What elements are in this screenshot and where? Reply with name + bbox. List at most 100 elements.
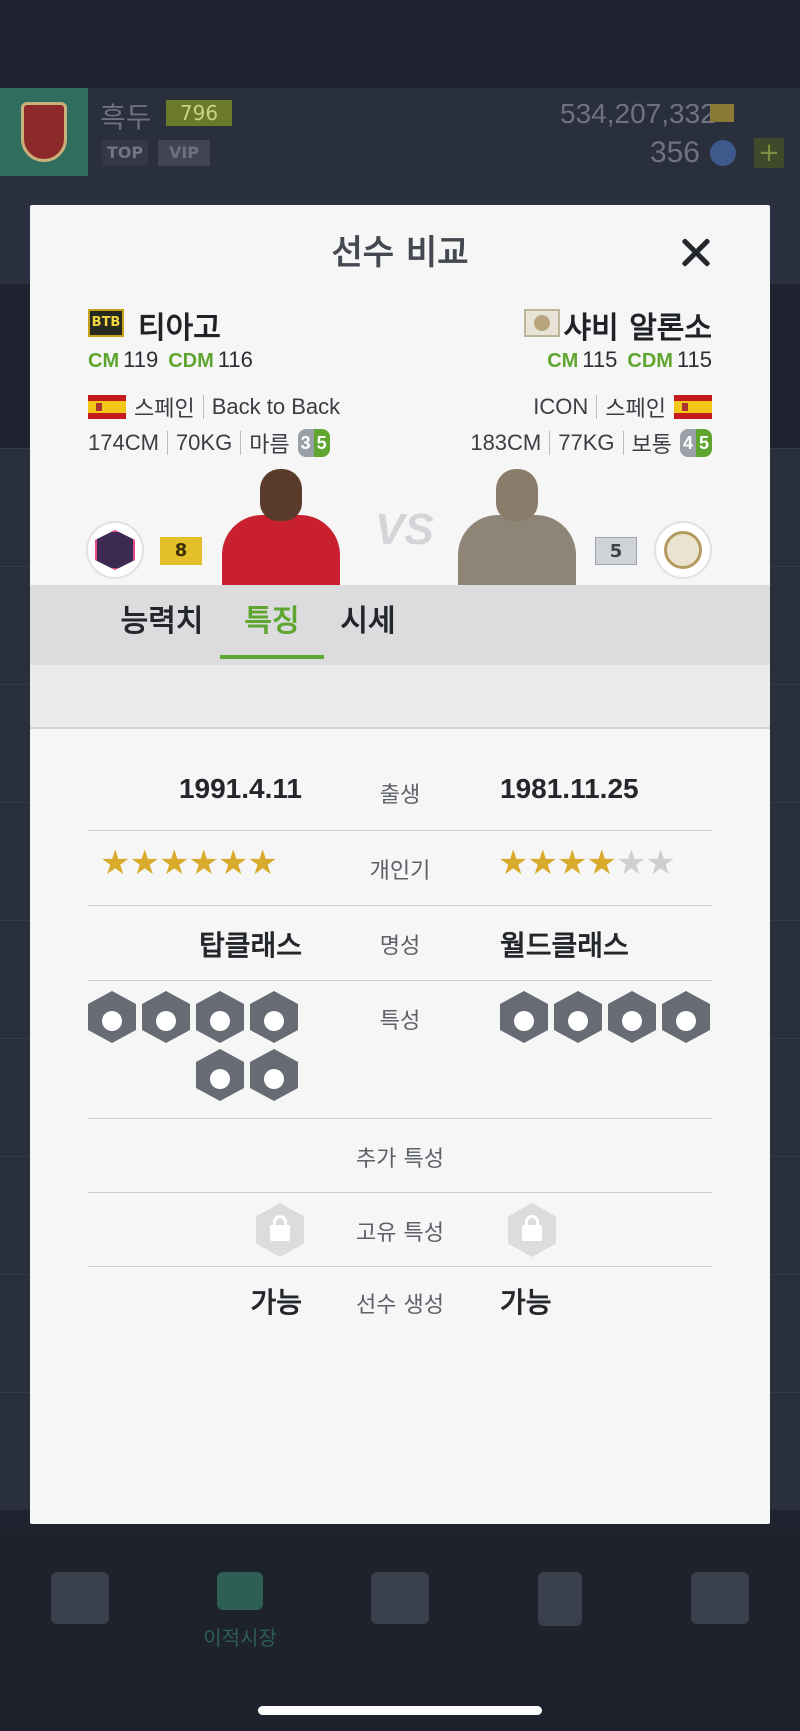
player-compare-modal: 선수 비교 BTB 티아고 CM 119 CDM 116 스페인 Back to Ba…	[30, 205, 770, 1524]
position-ovr: 119	[123, 347, 159, 372]
icon-season-badge-right	[524, 309, 560, 337]
modal-title: 선수 비교	[331, 233, 469, 273]
cart-icon	[51, 1572, 109, 1624]
position-label: CDM	[627, 350, 673, 372]
row-creation: 가능 선수 생성 가능	[88, 1267, 712, 1341]
position-label: CDM	[168, 350, 214, 372]
home-icon	[371, 1572, 429, 1624]
foot-skill-badge: 45	[680, 429, 712, 457]
coin-amount: 356	[649, 136, 700, 169]
tab-price[interactable]: 시세	[324, 585, 412, 665]
money-amount: 534,207,332	[560, 98, 716, 129]
playmaker-trait-icon[interactable]	[500, 991, 548, 1043]
row-extra-traits: 추가 특성	[88, 1119, 712, 1193]
position-ovr: 116	[217, 347, 253, 372]
nation-label: 스페인	[605, 397, 666, 422]
pitch-icon	[538, 1572, 582, 1626]
extra-traits-label: 추가 특성	[356, 1147, 444, 1172]
nav-locker[interactable]	[660, 1572, 780, 1624]
outside-foot-trait-icon[interactable]	[662, 991, 710, 1043]
outside-foot-trait-icon[interactable]	[250, 1049, 298, 1101]
weight-label: 70KG	[175, 430, 233, 455]
season-name: ICON	[533, 394, 589, 419]
fame-right: 월드클래스	[500, 929, 629, 962]
creation-label: 선수 생성	[356, 1293, 444, 1318]
tab-traits[interactable]: 특징	[220, 585, 324, 665]
player-name-left: 티아고	[138, 311, 221, 346]
icon-emblem-icon	[656, 523, 710, 577]
home-indicator[interactable]	[258, 1706, 542, 1715]
club-badge[interactable]	[0, 88, 88, 176]
popularity-stars-right: ★★★★★★	[498, 843, 676, 883]
row-fame: 탑클래스 명성 월드클래스	[88, 906, 712, 981]
spain-flag-icon	[88, 395, 126, 419]
flair-trait-icon[interactable]	[142, 991, 190, 1043]
nav-transfer-market[interactable]: 이적시장	[180, 1572, 300, 1651]
enhance-grade-left: 8	[160, 537, 202, 565]
divider	[596, 395, 598, 419]
body-info-left: 174CM 70KG 마름 35	[88, 427, 330, 459]
nav-home[interactable]	[340, 1572, 460, 1624]
divider	[166, 431, 168, 455]
enhance-grade-right: 5	[595, 537, 637, 565]
nav-transfer-label: 이적시장	[203, 1626, 277, 1650]
sub-bar	[30, 665, 770, 729]
close-button[interactable]	[670, 223, 730, 283]
row-traits: 특성	[88, 981, 712, 1119]
dribbler-trait-icon[interactable]	[196, 1049, 244, 1101]
build-label: 마름	[249, 433, 290, 458]
unique-traits-label: 고유 특성	[356, 1221, 444, 1246]
birth-right: 1981.11.25	[500, 773, 639, 804]
player-photo-right	[458, 465, 576, 589]
build-label: 보통	[631, 433, 672, 458]
flair-trait-icon[interactable]	[608, 991, 656, 1043]
positions-right: CM 115 CDM 115	[547, 347, 712, 373]
long-shot-trait-icon[interactable]	[554, 991, 602, 1043]
divider	[622, 431, 624, 455]
star-filled-icon: ★	[586, 843, 617, 883]
nav-squad[interactable]	[500, 1572, 620, 1626]
star-filled-icon: ★	[527, 843, 558, 883]
star-empty-icon: ★	[645, 843, 676, 883]
row-birth: 1991.4.11 출생 1981.11.25	[88, 753, 712, 831]
tab-bar: 능력치 특징 시세	[30, 585, 770, 665]
playmaker-trait-icon[interactable]	[196, 991, 244, 1043]
foot-skill-badge: 35	[297, 429, 330, 457]
position-label: CM	[547, 350, 579, 372]
finesse-shot-trait-icon[interactable]	[250, 991, 298, 1043]
position-label: CM	[88, 350, 120, 372]
positions-left: CM 119 CDM 116	[88, 347, 253, 373]
username: 흑두	[100, 102, 152, 133]
nation-season-right: ICON 스페인	[533, 391, 712, 423]
long-shot-trait-icon[interactable]	[88, 991, 136, 1043]
tab-stats[interactable]: 능력치	[104, 585, 220, 665]
creation-right: 가능	[500, 1286, 552, 1319]
divider	[549, 431, 551, 455]
bottom-nav: 이적시장	[0, 1532, 800, 1731]
add-coin-button[interactable]: +	[754, 138, 784, 168]
nation-label: 스페인	[134, 397, 195, 422]
nation-season-left: 스페인 Back to Back	[88, 391, 340, 423]
star-filled-icon: ★	[556, 843, 588, 883]
btb-emblem-icon	[88, 523, 142, 577]
level-badge: 796	[166, 100, 232, 126]
vs-label: VS	[375, 505, 434, 554]
height-label: 174CM	[88, 430, 159, 455]
season-badge-left: BTB	[88, 309, 124, 337]
star-filled-icon: ★	[498, 843, 529, 883]
coin-icon	[710, 140, 736, 166]
body-info-right: 183CM 77KG 보통 45	[470, 427, 712, 459]
season-name: Back to Back	[211, 394, 341, 419]
nav-shop[interactable]	[20, 1572, 140, 1624]
player-photo-left	[222, 465, 340, 589]
transfer-icon	[217, 1572, 263, 1610]
star-empty-icon: ★	[615, 843, 647, 883]
top-badge: TOP	[102, 140, 148, 166]
club-crest-icon	[21, 102, 67, 162]
row-unique-traits: 고유 특성	[88, 1193, 712, 1267]
height-label: 183CM	[470, 430, 542, 455]
vip-badge: VIP	[158, 140, 210, 166]
lock-icon	[508, 1203, 556, 1257]
locker-icon	[691, 1572, 749, 1624]
spain-flag-icon	[674, 395, 712, 419]
